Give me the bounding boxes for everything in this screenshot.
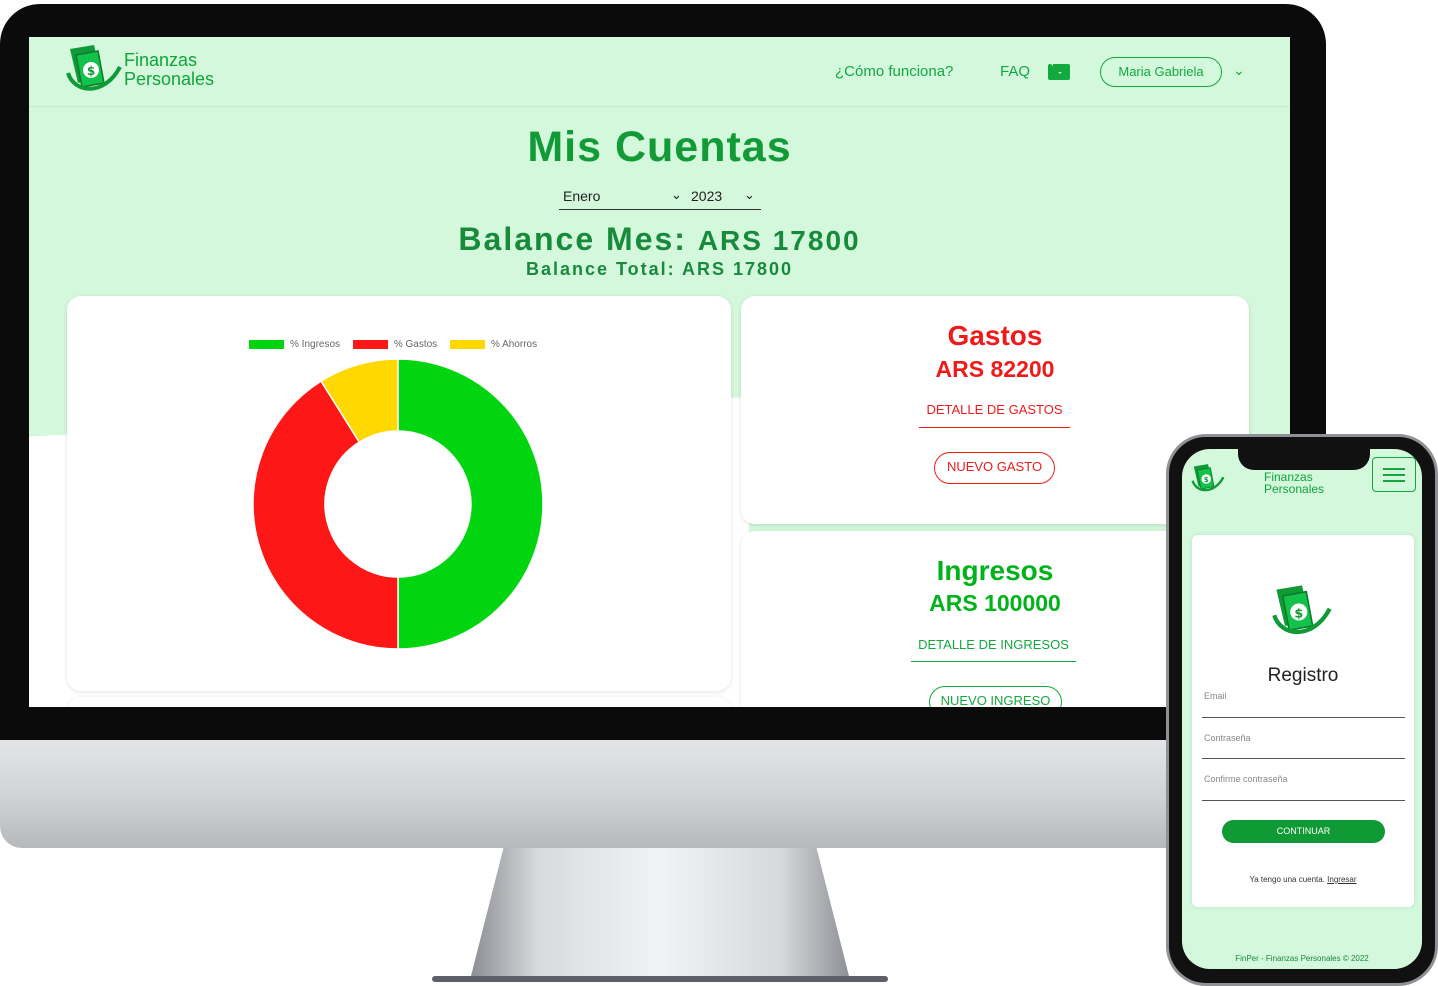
monitor-chin xyxy=(0,740,1326,848)
donut-chart xyxy=(252,358,544,650)
register-card: $ Registro Email Contraseña Confirme con… xyxy=(1192,535,1414,907)
legend-item-gastos[interactable]: % Gastos xyxy=(352,339,438,350)
legend-label: % Ahorros xyxy=(490,339,538,350)
have-account-text: Ya tengo una cuenta. xyxy=(1249,875,1325,884)
monitor-stand xyxy=(470,845,850,980)
menu-bar xyxy=(1383,468,1405,470)
confirm-password-underline xyxy=(1202,800,1405,801)
phone-frame: $ Finanzas Personales $ Registro Email C… xyxy=(1166,434,1438,986)
second-chart-card xyxy=(67,697,731,707)
mobile-screen: $ Finanzas Personales $ Registro Email C… xyxy=(1182,449,1422,969)
legend-swatch xyxy=(249,339,284,349)
gastos-title: Gastos xyxy=(947,320,1043,351)
hamburger-menu-icon[interactable] xyxy=(1372,457,1416,492)
chevron-down-icon: ⌄ xyxy=(671,187,682,202)
nav-how-it-works[interactable]: ¿Cómo funciona? xyxy=(835,63,953,80)
password-field[interactable]: Contraseña xyxy=(1204,733,1251,743)
new-ingreso-button[interactable]: NUEVO INGRESO xyxy=(929,686,1062,707)
gastos-amount: ARS 82200 xyxy=(935,356,1055,382)
mobile-footer: FinPer - Finanzas Personales © 2022 xyxy=(1235,954,1369,963)
month-select-value: Enero xyxy=(563,188,601,204)
finanzas-logo-icon[interactable]: $ xyxy=(1190,463,1226,495)
password-underline xyxy=(1202,758,1405,759)
chevron-down-icon: ⌄ xyxy=(744,187,755,202)
svg-text:$: $ xyxy=(1294,606,1303,621)
slice-ingresos[interactable] xyxy=(397,358,544,650)
legend-swatch xyxy=(352,339,388,349)
legend-item-ingresos[interactable]: % Ingresos xyxy=(249,339,340,350)
month-select[interactable]: Enero ⌄ xyxy=(559,184,684,210)
gastos-detail-link[interactable]: DETALLE DE GASTOS xyxy=(919,402,1070,428)
register-title: Registro xyxy=(1267,665,1339,686)
confirm-password-field[interactable]: Confirme contraseña xyxy=(1204,774,1288,784)
desktop-screen: $ Finanzas Personales ¿Cómo funciona? FA… xyxy=(29,37,1290,707)
monitor-base xyxy=(432,976,888,982)
balance-month: Balance Mes: ARS 17800 xyxy=(29,221,1290,258)
balance-total: Balance Total: ARS 17800 xyxy=(525,259,794,279)
continue-button[interactable]: CONTINUAR xyxy=(1222,820,1385,843)
desktop-header: $ Finanzas Personales ¿Cómo funciona? FA… xyxy=(29,37,1290,107)
year-select-value: 2023 xyxy=(691,188,723,204)
balance-month-label: Balance Mes: xyxy=(458,221,687,257)
page-title: Mis Cuentas xyxy=(527,123,792,171)
legend-item-ahorros[interactable]: % Ahorros xyxy=(449,339,538,350)
year-select[interactable]: 2023 ⌄ xyxy=(684,184,761,210)
phone-notch xyxy=(1238,444,1370,470)
menu-bar xyxy=(1383,480,1405,482)
legend-label: % Ingresos xyxy=(290,339,341,350)
legend-swatch xyxy=(449,339,485,349)
email-field[interactable]: Email xyxy=(1204,691,1227,701)
brand-name: Finanzas Personales xyxy=(124,51,214,89)
mail-icon[interactable] xyxy=(1048,64,1070,80)
new-gasto-button[interactable]: NUEVO GASTO xyxy=(934,452,1055,484)
menu-bar xyxy=(1383,474,1405,476)
brand-line-2: Personales xyxy=(124,69,215,89)
chart-card: % Ingresos % Gastos % Ahorros xyxy=(67,296,731,691)
mobile-brand-name: Finanzas Personales xyxy=(1264,471,1324,495)
ingresos-detail-link[interactable]: DETALLE DE INGRESOS xyxy=(911,637,1076,662)
balance-month-value: ARS 17800 xyxy=(697,225,861,256)
chevron-down-icon[interactable]: ⌄ xyxy=(1233,63,1245,79)
email-underline xyxy=(1202,717,1405,718)
login-link[interactable]: Ingresar xyxy=(1327,875,1356,884)
nav-faq[interactable]: FAQ xyxy=(1000,63,1030,80)
brand-line-2: Personales xyxy=(1264,482,1325,496)
finanzas-logo-icon[interactable]: $ xyxy=(64,43,124,97)
user-menu-button[interactable]: Maria Gabriela xyxy=(1100,57,1222,87)
brand-line-1: Finanzas xyxy=(124,50,198,70)
svg-text:$: $ xyxy=(1204,475,1209,484)
chart-legend: % Ingresos % Gastos % Ahorros xyxy=(249,339,547,350)
have-account-note: Ya tengo una cuenta. Ingresar xyxy=(1192,875,1414,884)
finanzas-logo-icon: $ xyxy=(1272,585,1332,635)
svg-text:$: $ xyxy=(87,64,95,78)
legend-label: % Gastos xyxy=(393,339,438,350)
